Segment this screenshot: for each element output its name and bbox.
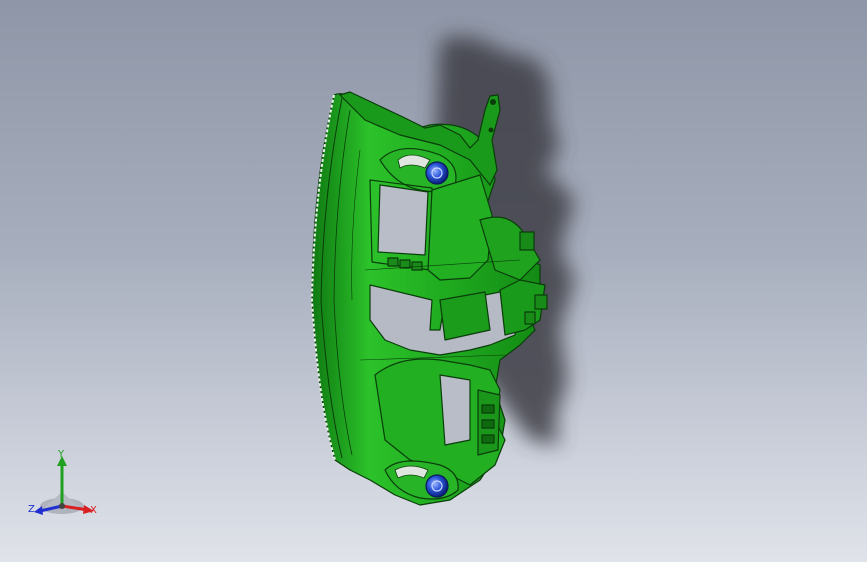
z-axis-label: Z: [28, 504, 35, 515]
bracket-1: [519, 231, 535, 251]
x-axis-label: X: [90, 505, 97, 516]
y-axis-label: Y: [58, 449, 65, 460]
lower-vent-knob-icon: [425, 474, 449, 498]
model-view[interactable]: [0, 0, 867, 562]
view-orientation-triad[interactable]: Y Z X: [22, 448, 112, 528]
graphics-viewport[interactable]: Y Z X: [0, 0, 867, 562]
lower-opening: [439, 374, 471, 446]
triad-graphic: [34, 456, 94, 515]
button-1: [387, 257, 399, 267]
button-2: [399, 259, 411, 269]
bracket-3: [524, 311, 536, 325]
z-axis-arrow-icon: [34, 506, 43, 515]
bracket-2: [534, 294, 548, 310]
upper-vent-knob-icon: [425, 161, 449, 185]
button-3: [411, 261, 423, 271]
upper-display-opening: [377, 184, 429, 256]
